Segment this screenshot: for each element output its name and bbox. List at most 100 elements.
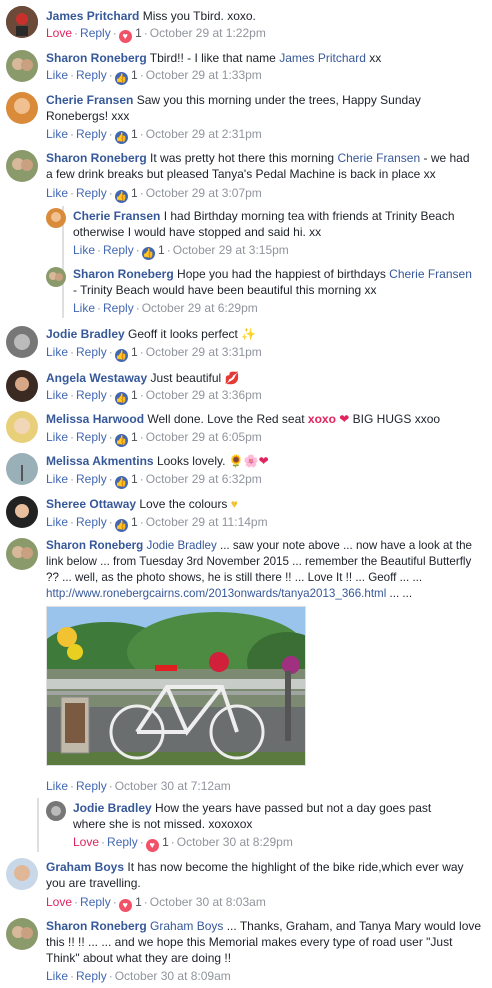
love-reaction-icon[interactable]: ♥ bbox=[118, 899, 132, 912]
reaction-count[interactable]: 1 bbox=[131, 68, 138, 82]
comment-author[interactable]: Sharon Roneberg bbox=[46, 919, 147, 933]
reaction-count[interactable]: 1 bbox=[131, 186, 138, 200]
reply-button[interactable]: Reply bbox=[76, 68, 107, 82]
comment-timestamp[interactable]: October 30 at 7:12am bbox=[115, 779, 231, 793]
like-button[interactable]: Like bbox=[46, 345, 68, 359]
comment-author[interactable]: Cherie Fransen bbox=[73, 209, 160, 223]
reaction-count[interactable]: 1 bbox=[131, 127, 138, 141]
comment-author[interactable]: Graham Boys bbox=[46, 860, 124, 874]
avatar[interactable] bbox=[6, 92, 38, 124]
like-reaction-icon[interactable]: 👍 bbox=[114, 190, 128, 203]
reaction-count[interactable]: 1 bbox=[131, 515, 138, 529]
reply-button[interactable]: Reply bbox=[76, 969, 107, 983]
reply-button[interactable]: Reply bbox=[107, 835, 138, 849]
avatar[interactable] bbox=[6, 918, 38, 950]
reply-button[interactable]: Reply bbox=[76, 515, 107, 529]
avatar[interactable] bbox=[46, 267, 66, 287]
avatar[interactable] bbox=[6, 326, 38, 358]
reaction-count[interactable]: 1 bbox=[135, 26, 142, 40]
mention-link[interactable]: Jodie Bradley bbox=[147, 539, 217, 552]
reply-button[interactable]: Reply bbox=[76, 388, 107, 402]
like-button[interactable]: Like bbox=[46, 969, 68, 983]
like-reaction-icon[interactable]: 👍 bbox=[114, 72, 128, 85]
avatar[interactable] bbox=[6, 496, 38, 528]
comment-timestamp[interactable]: October 29 at 1:22pm bbox=[150, 26, 266, 40]
reply-button[interactable]: Reply bbox=[76, 472, 107, 486]
comment-timestamp[interactable]: October 30 at 8:29pm bbox=[177, 835, 293, 849]
like-reaction-icon[interactable]: 👍 bbox=[114, 131, 128, 144]
love-button[interactable]: Love bbox=[46, 895, 72, 909]
like-reaction-icon[interactable]: 👍 bbox=[114, 349, 128, 362]
like-reaction-icon[interactable]: 👍 bbox=[114, 519, 128, 532]
like-reaction-icon[interactable]: 👍 bbox=[114, 476, 128, 489]
reply-button[interactable]: Reply bbox=[103, 301, 134, 315]
reaction-count[interactable]: 1 bbox=[135, 895, 142, 909]
love-reaction-icon[interactable]: ♥ bbox=[118, 30, 132, 43]
comment-timestamp[interactable]: October 29 at 3:07pm bbox=[146, 186, 262, 200]
mention-link[interactable]: Cherie Fransen bbox=[389, 267, 472, 281]
comment-author[interactable]: Melissa Harwood bbox=[46, 412, 144, 426]
comment-author[interactable]: Cherie Fransen bbox=[46, 93, 133, 107]
comment-timestamp[interactable]: October 30 at 8:09am bbox=[115, 969, 231, 983]
avatar[interactable] bbox=[6, 858, 38, 890]
reply-button[interactable]: Reply bbox=[76, 127, 107, 141]
reaction-count[interactable]: 1 bbox=[131, 345, 138, 359]
like-button[interactable]: Like bbox=[46, 779, 68, 793]
reaction-count[interactable]: 1 bbox=[158, 243, 165, 257]
like-reaction-icon[interactable]: 👍 bbox=[141, 247, 155, 260]
reply-button[interactable]: Reply bbox=[76, 186, 107, 200]
reply-button[interactable]: Reply bbox=[76, 345, 107, 359]
comment-timestamp[interactable]: October 29 at 1:33pm bbox=[146, 68, 262, 82]
comment-author[interactable]: Sharon Roneberg bbox=[46, 51, 147, 65]
comment-author[interactable]: James Pritchard bbox=[46, 9, 139, 23]
comment-timestamp[interactable]: October 29 at 6:05pm bbox=[146, 430, 262, 444]
mention-link[interactable]: Cherie Fransen bbox=[337, 151, 420, 165]
comment-timestamp[interactable]: October 29 at 11:14pm bbox=[146, 515, 268, 529]
reaction-count[interactable]: 1 bbox=[131, 472, 138, 486]
like-button[interactable]: Like bbox=[46, 430, 68, 444]
comment-timestamp[interactable]: October 29 at 2:31pm bbox=[146, 127, 262, 141]
comment-timestamp[interactable]: October 29 at 6:29pm bbox=[142, 301, 258, 315]
avatar[interactable] bbox=[6, 538, 38, 570]
reaction-count[interactable]: 1 bbox=[162, 835, 169, 849]
reply-button[interactable]: Reply bbox=[80, 26, 111, 40]
comment-timestamp[interactable]: October 29 at 6:32pm bbox=[146, 472, 262, 486]
mention-link[interactable]: Graham Boys bbox=[150, 919, 223, 933]
like-button[interactable]: Like bbox=[46, 388, 68, 402]
like-button[interactable]: Like bbox=[73, 301, 95, 315]
comment-author[interactable]: Jodie Bradley bbox=[73, 801, 152, 815]
reply-button[interactable]: Reply bbox=[76, 779, 107, 793]
attached-photo[interactable] bbox=[46, 606, 306, 766]
like-button[interactable]: Like bbox=[46, 186, 68, 200]
comment-timestamp[interactable]: October 29 at 3:31pm bbox=[146, 345, 262, 359]
like-button[interactable]: Like bbox=[46, 515, 68, 529]
avatar[interactable] bbox=[6, 453, 38, 485]
reply-button[interactable]: Reply bbox=[103, 243, 134, 257]
comment-author[interactable]: Angela Westaway bbox=[46, 371, 147, 385]
reaction-count[interactable]: 1 bbox=[131, 430, 138, 444]
mention-link[interactable]: James Pritchard bbox=[279, 51, 366, 65]
like-button[interactable]: Like bbox=[46, 127, 68, 141]
avatar[interactable] bbox=[6, 50, 38, 82]
comment-author[interactable]: Sharon Roneberg bbox=[46, 151, 147, 165]
avatar[interactable] bbox=[46, 801, 66, 821]
like-button[interactable]: Like bbox=[46, 68, 68, 82]
reply-button[interactable]: Reply bbox=[80, 895, 111, 909]
like-reaction-icon[interactable]: 👍 bbox=[114, 434, 128, 447]
love-reaction-icon[interactable]: ♥ bbox=[145, 839, 159, 852]
avatar[interactable] bbox=[46, 208, 66, 228]
comment-author[interactable]: Sharon Roneberg bbox=[73, 267, 174, 281]
avatar[interactable] bbox=[6, 370, 38, 402]
reaction-count[interactable]: 1 bbox=[131, 388, 138, 402]
comment-author[interactable]: Jodie Bradley bbox=[46, 327, 125, 341]
love-button[interactable]: Love bbox=[46, 26, 72, 40]
comment-timestamp[interactable]: October 29 at 3:15pm bbox=[173, 243, 289, 257]
external-link[interactable]: http://www.ronebergcairns.com/2013onward… bbox=[46, 587, 386, 600]
reply-button[interactable]: Reply bbox=[76, 430, 107, 444]
like-button[interactable]: Like bbox=[73, 243, 95, 257]
avatar[interactable] bbox=[6, 411, 38, 443]
comment-timestamp[interactable]: October 30 at 8:03am bbox=[150, 895, 266, 909]
like-reaction-icon[interactable]: 👍 bbox=[114, 392, 128, 405]
love-button[interactable]: Love bbox=[73, 835, 99, 849]
avatar[interactable] bbox=[6, 6, 38, 38]
